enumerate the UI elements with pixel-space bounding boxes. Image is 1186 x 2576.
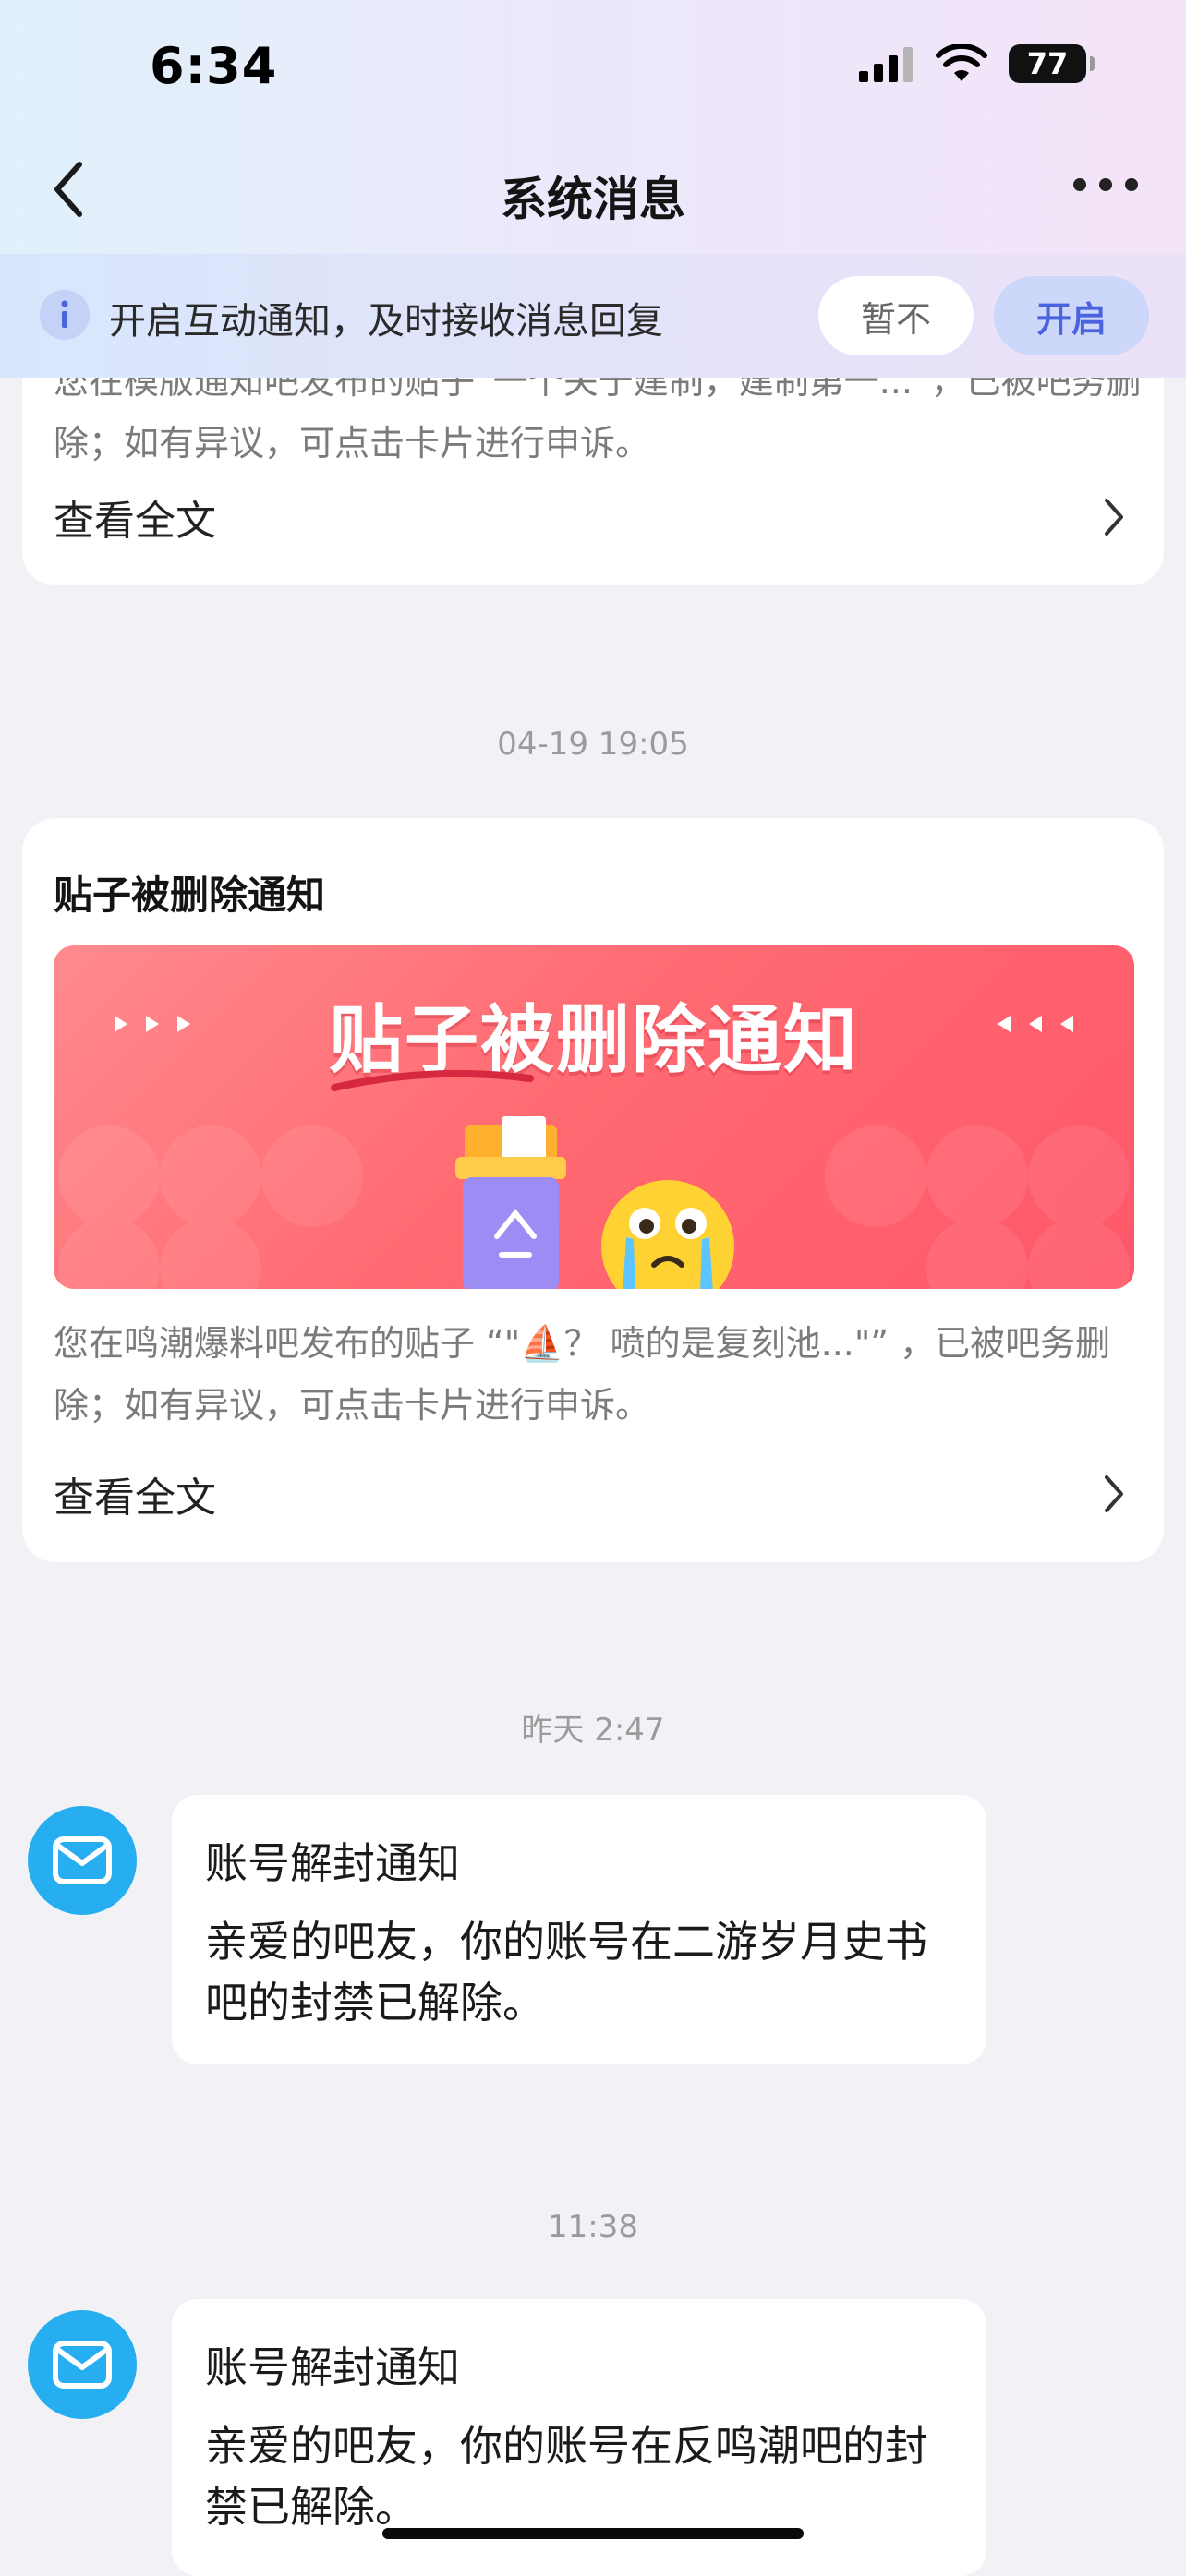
header: 6:34 77 系统消息 [0, 0, 1186, 254]
signal-icon [859, 45, 913, 82]
message-card[interactable]: 贴子被删除通知 贴子被删除通知 您在鸣潮爆料吧发布的贴子 “"⛵？ 喷的是复刻池… [22, 818, 1164, 1562]
message-bubble[interactable]: 账号解封通知 亲爱的吧友，你的账号在二游岁月史书吧的封禁已解除。 [172, 1795, 986, 2064]
status-time: 6:34 [150, 37, 278, 95]
chevron-right-icon[interactable] [1101, 1472, 1127, 1516]
enable-button[interactable]: 开启 [994, 276, 1149, 355]
more-icon[interactable] [1073, 172, 1138, 198]
info-icon [40, 290, 90, 340]
status-icons: 77 [859, 44, 1095, 83]
timestamp: 04-19 19:05 [497, 726, 689, 763]
deletion-banner[interactable]: 贴子被删除通知 [54, 945, 1134, 1289]
later-button[interactable]: 暂不 [818, 276, 974, 355]
message-title: 账号解封通知 [205, 2342, 460, 2392]
home-indicator [382, 2528, 804, 2539]
timestamp: 11:38 [548, 2209, 638, 2245]
mail-icon [53, 2341, 112, 2389]
timestamp: 昨天 2:47 [521, 1712, 665, 1749]
card-title: 贴子被删除通知 [54, 873, 326, 918]
banner-title: 贴子被删除通知 [329, 997, 859, 1083]
recycle-bin-icon [455, 1116, 566, 1289]
card-body: 您在鸣潮爆料吧发布的贴子 “"⛵？ 喷的是复刻池..."” ，已被吧务删除；如有… [54, 1323, 1111, 1426]
message-body: 亲爱的吧友，你的账号在二游岁月史书吧的封禁已解除。 [205, 1917, 927, 2028]
message-body: 亲爱的吧友，你的账号在反鸣潮吧的封禁已解除。 [205, 2421, 927, 2532]
battery-indicator: 77 [1009, 44, 1095, 83]
banner-underline [331, 1069, 534, 1091]
crying-emoji-icon [601, 1180, 734, 1289]
notification-prompt: 开启互动通知，及时接收消息回复 暂不 开启 [0, 254, 1186, 378]
avatar[interactable] [28, 2310, 137, 2419]
mail-icon [53, 1836, 112, 1884]
wifi-icon [936, 44, 987, 81]
avatar[interactable] [28, 1806, 137, 1915]
message-title: 账号解封通知 [205, 1838, 460, 1888]
view-full-text-link[interactable]: 查看全文 [54, 488, 216, 547]
notice-text: 开启互动通知，及时接收消息回复 [109, 300, 663, 343]
page-title: 系统消息 [501, 173, 685, 226]
view-full-text-link[interactable]: 查看全文 [54, 1464, 216, 1523]
chevron-right-icon[interactable] [1101, 495, 1127, 539]
